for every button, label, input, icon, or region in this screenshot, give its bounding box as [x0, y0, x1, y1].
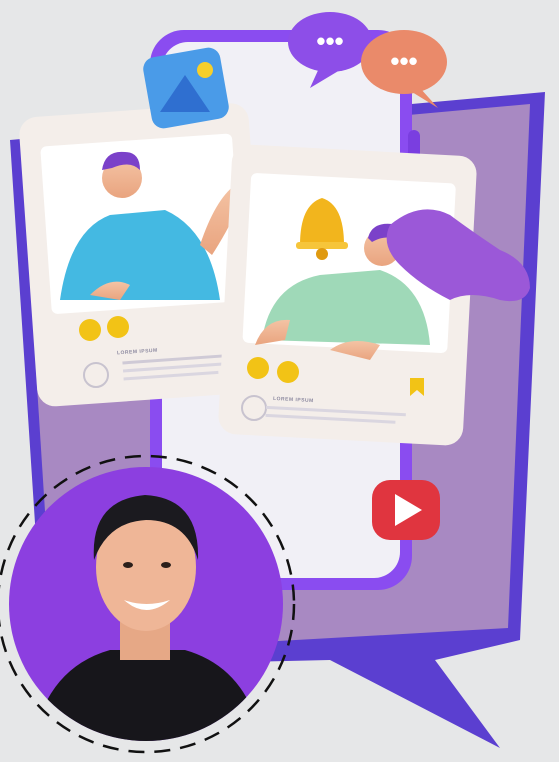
chat-bubble-dots: •••: [390, 46, 417, 76]
play-icon: [372, 480, 440, 540]
heart-icon: [107, 316, 129, 338]
image-icon: [143, 47, 229, 129]
heart-icon: [79, 319, 101, 341]
illustration-canvas: ••• •••: [0, 12, 545, 754]
chat-bubble-dots: •••: [316, 26, 343, 56]
heart-icon: [247, 357, 269, 379]
hero-illustration: ••• ••• LOREM IPSUM LOREM IPSUM: [0, 0, 559, 762]
heart-icon: [277, 361, 299, 383]
